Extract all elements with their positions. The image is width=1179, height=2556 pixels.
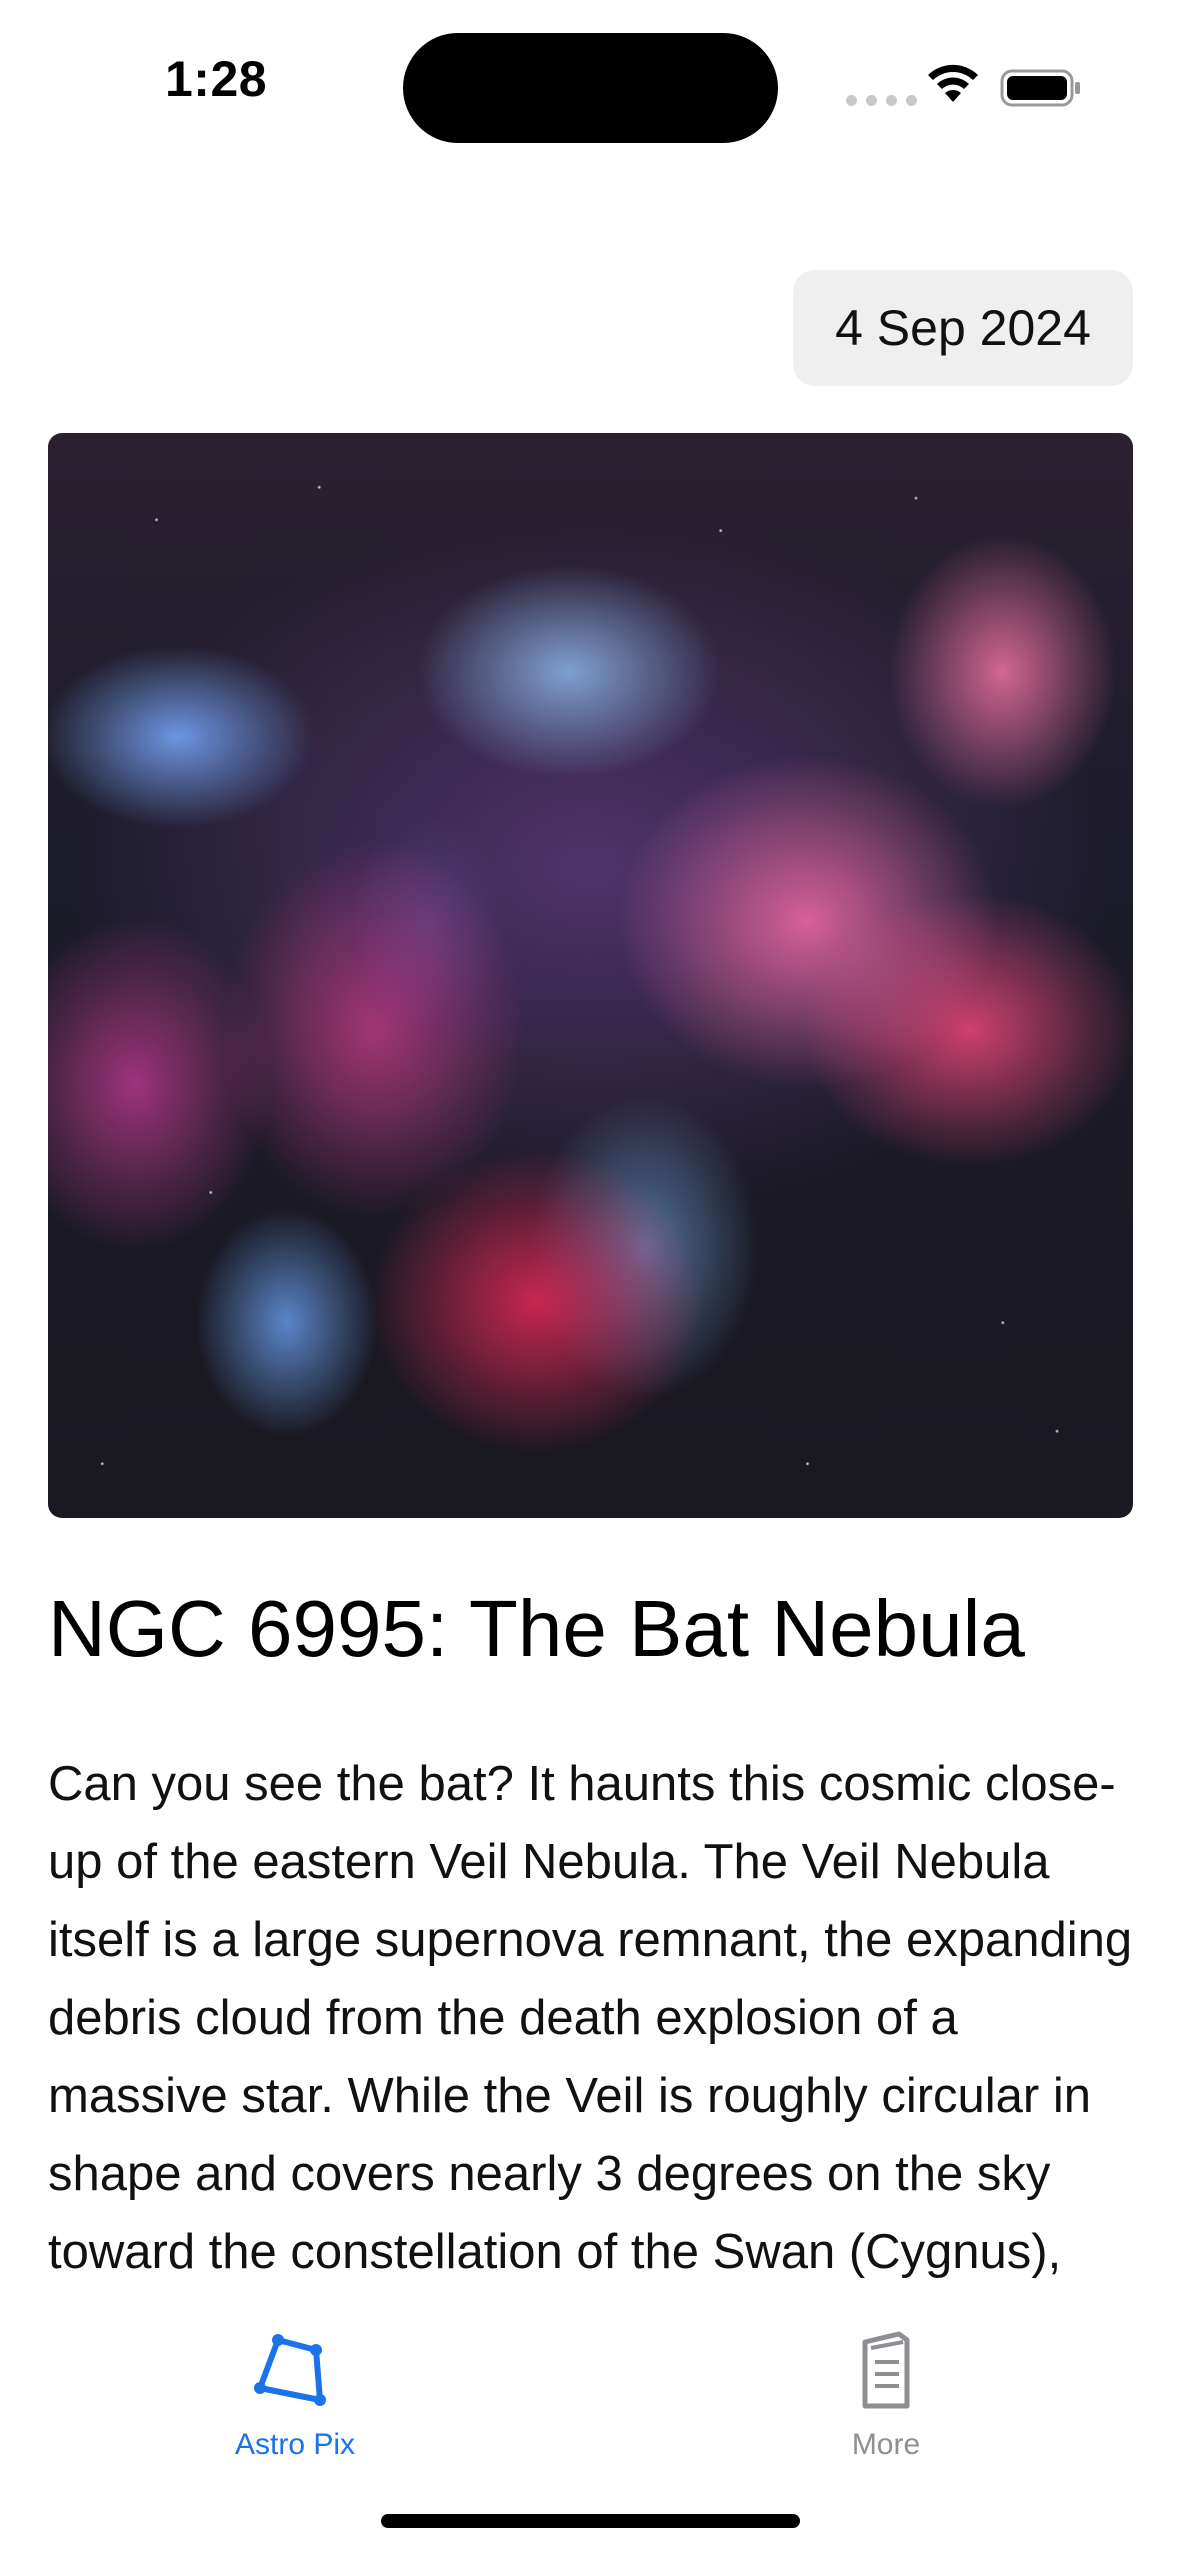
status-time: 1:28 bbox=[165, 51, 268, 107]
battery-icon bbox=[1000, 69, 1080, 107]
home-indicator[interactable] bbox=[381, 2514, 800, 2528]
picture-description: Can you see the bat? It haunts this cosm… bbox=[48, 1757, 1133, 2310]
tab-astro-pix[interactable]: Astro Pix bbox=[145, 2330, 445, 2462]
tab-more[interactable]: More bbox=[736, 2330, 1036, 2462]
cellular-signal-icon bbox=[846, 95, 917, 106]
tab-label: More bbox=[851, 2428, 921, 2461]
document-icon bbox=[862, 2331, 910, 2409]
date-picker-button[interactable]: 4 Sep 2024 bbox=[793, 270, 1133, 386]
constellation-icon bbox=[254, 2334, 326, 2406]
wifi-icon bbox=[928, 64, 978, 102]
astronomy-picture[interactable] bbox=[48, 433, 1133, 1518]
picture-title: NGC 6995: The Bat Nebula bbox=[48, 1584, 1025, 1673]
dynamic-island bbox=[403, 33, 778, 143]
tab-label: Astro Pix bbox=[234, 2428, 356, 2461]
